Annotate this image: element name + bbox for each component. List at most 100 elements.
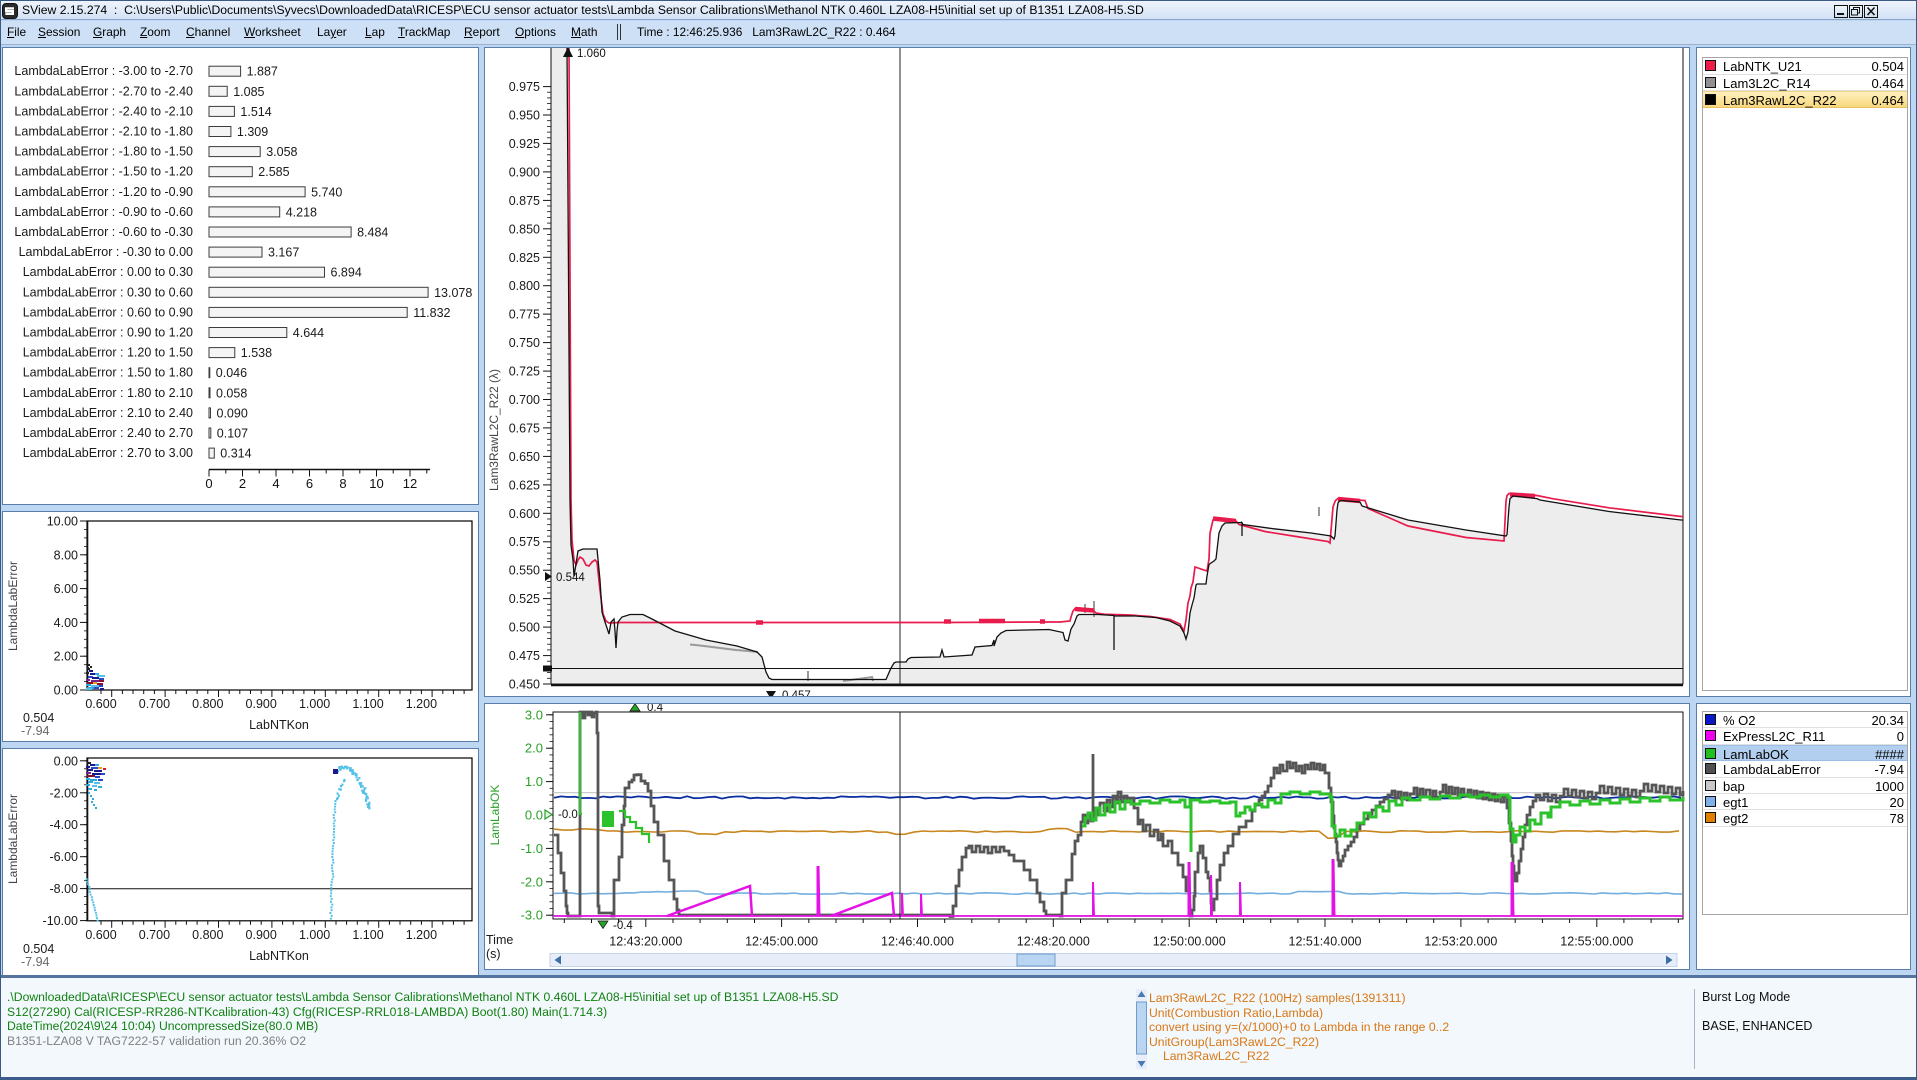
svg-text:0.950: 0.950 <box>509 109 540 123</box>
svg-text:LambdaLabError : -0.90 to -0.6: LambdaLabError : -0.90 to -0.60 <box>14 205 193 219</box>
svg-text:LamLabOK: LamLabOK <box>488 785 502 846</box>
svg-text:5.740: 5.740 <box>311 185 342 199</box>
svg-text:LambdaLabError : -0.60 to -0.3: LambdaLabError : -0.60 to -0.30 <box>14 225 193 239</box>
svg-text:-0.4: -0.4 <box>613 920 633 932</box>
svg-text:1.887: 1.887 <box>247 65 278 79</box>
svg-text:0.650: 0.650 <box>509 450 540 464</box>
svg-text:0.00: 0.00 <box>54 754 78 768</box>
svg-text:0.0: 0.0 <box>525 808 543 823</box>
svg-text:1.085: 1.085 <box>233 85 264 99</box>
svg-text:6.00: 6.00 <box>54 582 78 596</box>
svg-text:0.850: 0.850 <box>509 222 540 236</box>
svg-text:0.675: 0.675 <box>509 421 540 435</box>
svg-text:4.218: 4.218 <box>286 205 317 219</box>
svg-text:6: 6 <box>306 476 313 491</box>
svg-text:-4.00: -4.00 <box>50 818 79 832</box>
svg-text:1.000: 1.000 <box>299 697 330 711</box>
svg-text:LambdaLabError : -1.50 to -1.2: LambdaLabError : -1.50 to -1.20 <box>14 165 193 179</box>
svg-text:0.900: 0.900 <box>246 928 277 942</box>
svg-text:0.925: 0.925 <box>509 137 540 151</box>
svg-text:0.600: 0.600 <box>85 697 116 711</box>
svg-text:0.475: 0.475 <box>509 649 540 663</box>
svg-text:10: 10 <box>369 476 383 491</box>
svg-text:LambdaLabError : -0.30 to 0.00: LambdaLabError : -0.30 to 0.00 <box>19 245 193 259</box>
svg-text:LambdaLabError : -1.80 to -1.5: LambdaLabError : -1.80 to -1.50 <box>14 145 193 159</box>
svg-text:0.800: 0.800 <box>509 279 540 293</box>
svg-text:LambdaLabError : 2.40 to 2.70: LambdaLabError : 2.40 to 2.70 <box>23 426 193 440</box>
svg-text:0.00: 0.00 <box>54 684 78 698</box>
svg-text:1.000: 1.000 <box>299 928 330 942</box>
svg-text:2.0: 2.0 <box>525 741 543 756</box>
svg-text:0.775: 0.775 <box>509 308 540 322</box>
svg-text:1.309: 1.309 <box>237 125 268 139</box>
svg-text:LambdaLabError : 0.90 to 1.20: LambdaLabError : 0.90 to 1.20 <box>23 326 193 340</box>
svg-text:-2.00: -2.00 <box>50 786 79 800</box>
svg-text:1.200: 1.200 <box>406 928 437 942</box>
svg-text:3.0: 3.0 <box>525 707 543 722</box>
svg-text:1.100: 1.100 <box>352 697 383 711</box>
svg-text:8.484: 8.484 <box>357 226 388 240</box>
svg-text:LambdaLabError : 0.30 to 0.60: LambdaLabError : 0.30 to 0.60 <box>23 285 193 299</box>
svg-text:LambdaLabError : 2.10 to 2.40: LambdaLabError : 2.10 to 2.40 <box>23 406 193 420</box>
svg-text:12:55:00.000: 12:55:00.000 <box>1560 935 1633 949</box>
svg-text:12:43:20.000: 12:43:20.000 <box>609 935 682 949</box>
svg-text:0.800: 0.800 <box>192 697 223 711</box>
svg-text:0.544: 0.544 <box>556 572 585 584</box>
svg-text:1.100: 1.100 <box>352 928 383 942</box>
svg-text:0.575: 0.575 <box>509 535 540 549</box>
svg-text:0.314: 0.314 <box>220 447 251 461</box>
svg-text:LabNTKon: LabNTKon <box>249 949 309 963</box>
svg-text:0.525: 0.525 <box>509 592 540 606</box>
svg-text:10.00: 10.00 <box>47 515 78 529</box>
svg-text:0.875: 0.875 <box>509 194 540 208</box>
svg-text:-8.00: -8.00 <box>50 882 79 896</box>
svg-text:-10.00: -10.00 <box>43 914 78 928</box>
svg-text:Lam3RawL2C_R22 (λ): Lam3RawL2C_R22 (λ) <box>487 369 501 491</box>
svg-text:-0.0: -0.0 <box>558 809 578 821</box>
svg-text:0.725: 0.725 <box>509 365 540 379</box>
svg-text:-7.94: -7.94 <box>21 724 50 738</box>
svg-text:0.700: 0.700 <box>509 393 540 407</box>
svg-text:LambdaLabError : 1.80 to 2.10: LambdaLabError : 1.80 to 2.10 <box>23 386 193 400</box>
svg-text:12:51:40.000: 12:51:40.000 <box>1289 935 1362 949</box>
svg-text:0.625: 0.625 <box>509 478 540 492</box>
svg-text:LambdaLabError : -3.00 to -2.7: LambdaLabError : -3.00 to -2.70 <box>14 64 193 78</box>
svg-text:6.894: 6.894 <box>331 266 362 280</box>
svg-text:8: 8 <box>339 476 346 491</box>
svg-text:LambdaLabError : 2.70 to 3.00: LambdaLabError : 2.70 to 3.00 <box>23 446 193 460</box>
svg-text:0.825: 0.825 <box>509 251 540 265</box>
svg-text:LambdaLabError : -1.20 to -0.9: LambdaLabError : -1.20 to -0.90 <box>14 185 193 199</box>
svg-text:0.975: 0.975 <box>509 80 540 94</box>
svg-text:2.585: 2.585 <box>258 165 289 179</box>
svg-text:0.090: 0.090 <box>217 406 248 420</box>
svg-text:0.504: 0.504 <box>23 711 54 725</box>
svg-text:8.00: 8.00 <box>54 548 78 562</box>
svg-text:0.4: 0.4 <box>647 704 664 714</box>
svg-text:12:53:20.000: 12:53:20.000 <box>1424 935 1497 949</box>
svg-text:0.058: 0.058 <box>216 386 247 400</box>
svg-text:12:50:00.000: 12:50:00.000 <box>1153 935 1226 949</box>
svg-text:13.078: 13.078 <box>434 286 472 300</box>
svg-text:0.750: 0.750 <box>509 336 540 350</box>
svg-text:12:48:20.000: 12:48:20.000 <box>1017 935 1090 949</box>
svg-text:0: 0 <box>205 476 212 491</box>
svg-text:0.600: 0.600 <box>85 928 116 942</box>
svg-text:LambdaLabError: LambdaLabError <box>6 561 20 651</box>
svg-text:4.644: 4.644 <box>293 326 324 340</box>
svg-text:LambdaLabError : 1.50 to 1.80: LambdaLabError : 1.50 to 1.80 <box>23 366 193 380</box>
svg-text:1.060: 1.060 <box>577 48 606 60</box>
svg-text:12: 12 <box>403 476 417 491</box>
svg-text:0.457: 0.457 <box>782 690 811 696</box>
svg-text:0.550: 0.550 <box>509 564 540 578</box>
svg-text:0.450: 0.450 <box>509 678 540 692</box>
svg-text:LambdaLabError : -2.40 to -2.1: LambdaLabError : -2.40 to -2.10 <box>14 104 193 118</box>
svg-text:1.0: 1.0 <box>525 774 543 789</box>
svg-text:(s): (s) <box>486 947 501 961</box>
svg-text:2.00: 2.00 <box>54 650 78 664</box>
svg-text:Time: Time <box>486 933 513 947</box>
svg-text:1.538: 1.538 <box>241 346 272 360</box>
svg-text:11.832: 11.832 <box>413 306 450 320</box>
svg-text:0.500: 0.500 <box>509 621 540 635</box>
svg-text:LambdaLabError : 0.60 to 0.90: LambdaLabError : 0.60 to 0.90 <box>23 305 193 319</box>
svg-text:0.046: 0.046 <box>216 366 247 380</box>
